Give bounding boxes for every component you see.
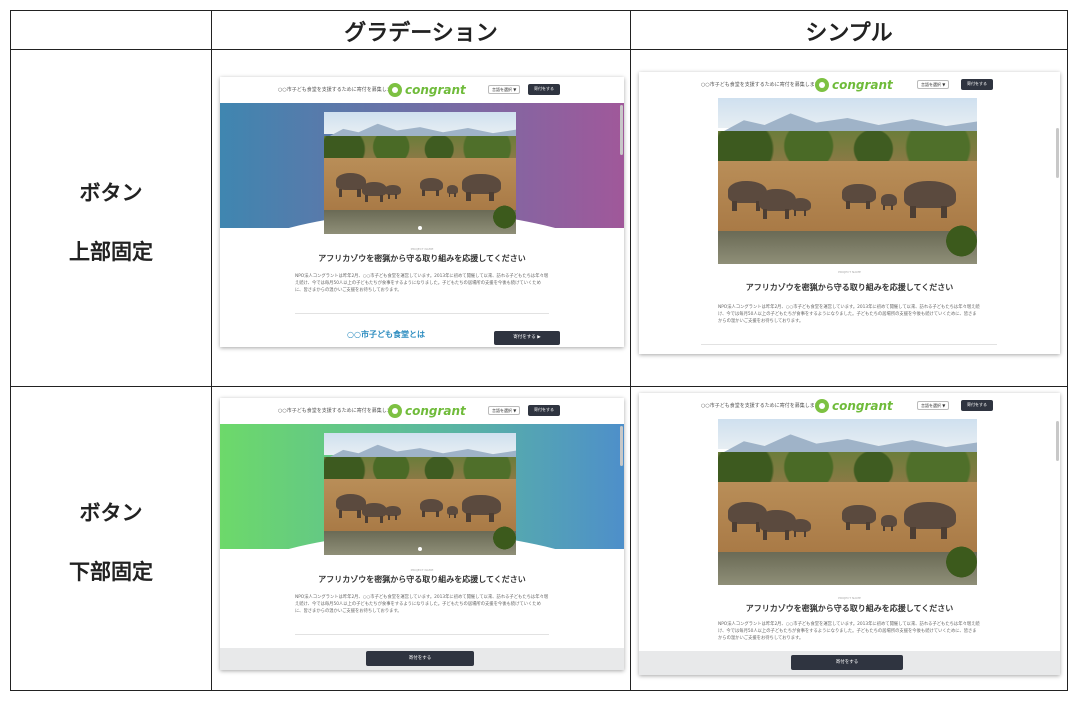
nav-text: ○○市子ども食堂を支援するために寄付を募集します (278, 408, 397, 414)
scrollbar[interactable] (1056, 128, 1059, 178)
project-tagline: PROJECT NAME (838, 596, 861, 600)
logo-text: congrant (405, 83, 466, 97)
mock-simple-bottom: ○○市子ども食堂を支援するために寄付を募集します congrant 言語を選択 … (639, 393, 1060, 675)
mock-header: ○○市子ども食堂を支援するために寄付を募集します congrant 言語を選択 … (639, 393, 1060, 419)
project-description: NPO法人コングラントは昨年2月、○○市子ども食堂を運営しています。2013年に… (718, 305, 980, 324)
logo-text: congrant (832, 399, 893, 413)
hero-image (324, 433, 516, 555)
carousel-dot[interactable] (418, 226, 422, 231)
hero-image (718, 419, 977, 585)
logo-text: congrant (832, 78, 893, 92)
mock-header: ○○市子ども食堂を支援するために寄付を募集します congrant 言語を選択 … (220, 398, 624, 424)
donate-button-sticky[interactable]: 寄付をする (366, 651, 474, 666)
table-border-top (10, 10, 1068, 11)
mock-header: ○○市子ども食堂を支援するために寄付を募集します congrant 言語を選択 … (220, 77, 624, 103)
table-border-col1 (211, 10, 212, 691)
logo-icon (388, 83, 402, 97)
project-tagline: PROJECT NAME (410, 247, 434, 251)
congrant-logo[interactable]: congrant (388, 81, 466, 99)
donate-button-header[interactable]: 寄付をする (961, 79, 993, 90)
logo-icon (388, 404, 402, 418)
col-header-gradient: グラデーション (344, 21, 498, 46)
donate-button-header[interactable]: 寄付をする (961, 400, 993, 411)
donate-button-header[interactable]: 寄付をする (528, 405, 560, 416)
nav-text: ○○市子ども食堂を支援するために寄付を募集します (701, 82, 820, 88)
table-border-right (1067, 10, 1068, 691)
nav-text: ○○市子ども食堂を支援するために寄付を募集します (701, 403, 820, 409)
project-title: アフリカゾウを密猟から守る取り組みを応援してください (318, 575, 526, 584)
congrant-logo[interactable]: congrant (815, 76, 893, 94)
about-link[interactable]: ○○市子ども食堂とは (347, 329, 425, 340)
project-description: NPO法人コングラントは昨年2月、○○市子ども食堂を運営しています。2013年に… (295, 274, 549, 293)
project-tagline: PROJECT NAME (838, 270, 861, 274)
carousel-dot[interactable] (418, 547, 422, 552)
project-description: NPO法人コングラントは昨年2月、○○市子ども食堂を運営しています。2013年に… (718, 622, 980, 641)
language-select[interactable]: 言語を選択 ▼ (917, 80, 950, 89)
col-header-simple: シンプル (805, 21, 893, 46)
table-border-bottom (10, 690, 1068, 691)
table-border-mid (10, 386, 1068, 387)
logo-icon (815, 78, 829, 92)
project-title: アフリカゾウを密猟から守る取り組みを応援してください (745, 604, 954, 613)
table-border-left (10, 10, 11, 691)
table-border-header (10, 49, 1068, 50)
project-description: NPO法人コングラントは昨年2月、○○市子ども食堂を運営しています。2013年に… (295, 595, 549, 614)
donate-button-header[interactable]: 寄付をする (528, 84, 560, 95)
project-title: アフリカゾウを密猟から守る取り組みを応援してください (318, 254, 526, 263)
nav-text: ○○市子ども食堂を支援するために寄付を募集します (278, 87, 397, 93)
hero-image (718, 98, 977, 264)
congrant-logo[interactable]: congrant (815, 397, 893, 415)
row-label-top-line1: ボタン (79, 181, 143, 205)
scrollbar[interactable] (1056, 421, 1059, 461)
table-border-col2 (630, 10, 631, 691)
hero-image (324, 112, 516, 234)
divider (701, 344, 997, 345)
donate-button-sticky[interactable]: 寄付をする ▶ (494, 331, 560, 345)
language-select[interactable]: 言語を選択 ▼ (917, 401, 950, 410)
mock-header: ○○市子ども食堂を支援するために寄付を募集します congrant 言語を選択 … (639, 72, 1060, 98)
divider (295, 634, 549, 635)
project-tagline: PROJECT NAME (410, 568, 434, 572)
logo-icon (815, 399, 829, 413)
mock-gradient-top: ○○市子ども食堂を支援するために寄付を募集します congrant 言語を選択 … (220, 77, 624, 347)
mock-simple-top: ○○市子ども食堂を支援するために寄付を募集します congrant 言語を選択 … (639, 72, 1060, 354)
row-label-bottom-line2: 下部固定 (69, 560, 153, 584)
row-label-bottom-line1: ボタン (79, 501, 143, 525)
congrant-logo[interactable]: congrant (388, 402, 466, 420)
scrollbar[interactable] (620, 426, 623, 466)
language-select[interactable]: 言語を選択 ▼ (488, 85, 521, 94)
divider (295, 313, 549, 314)
logo-text: congrant (405, 404, 466, 418)
project-title: アフリカゾウを密猟から守る取り組みを応援してください (745, 283, 954, 292)
donate-button-sticky[interactable]: 寄付をする (791, 655, 903, 670)
mock-gradient-bottom: ○○市子ども食堂を支援するために寄付を募集します congrant 言語を選択 … (220, 398, 624, 670)
language-select[interactable]: 言語を選択 ▼ (488, 406, 521, 415)
row-label-top-line2: 上部固定 (69, 240, 153, 264)
scrollbar[interactable] (620, 105, 623, 155)
